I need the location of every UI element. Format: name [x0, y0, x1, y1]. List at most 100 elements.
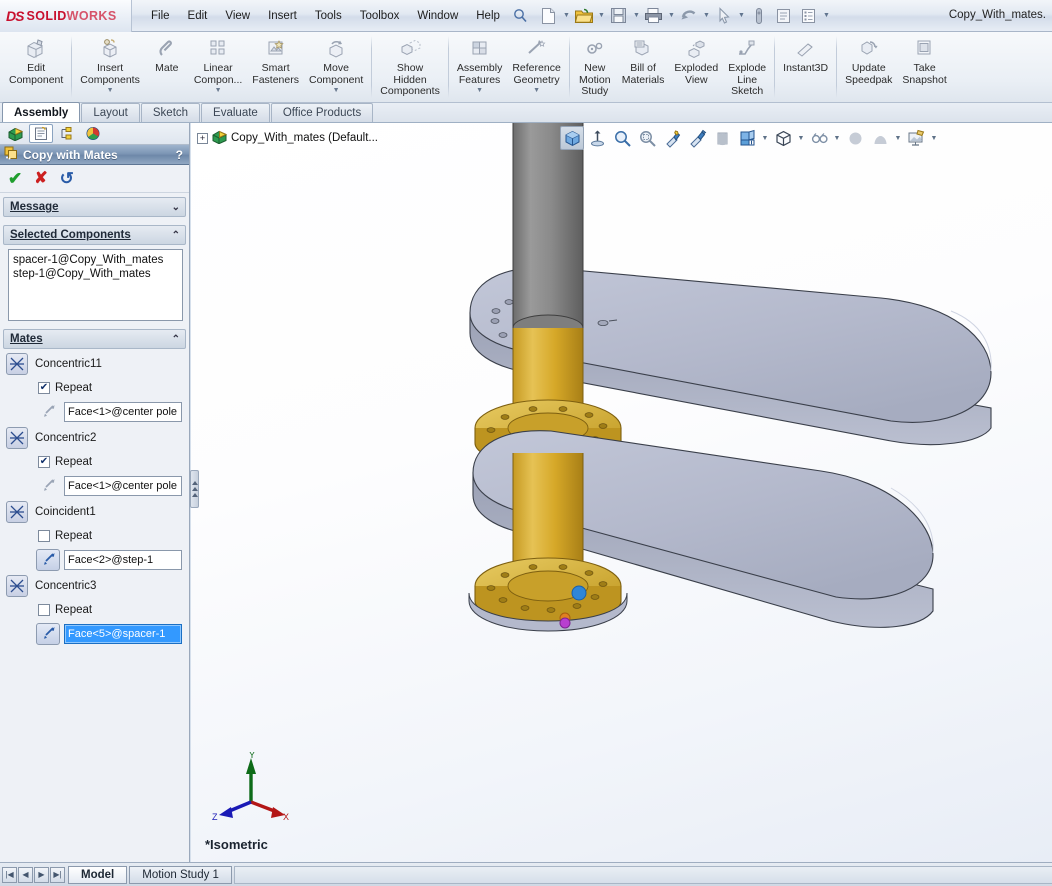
- expand-icon[interactable]: +: [197, 132, 208, 144]
- ribbon-button-smart-fasteners[interactable]: Smart Fasteners: [247, 32, 304, 102]
- ribbon-button-new-motion-study[interactable]: New Motion Study: [573, 32, 617, 102]
- flyout-feature-tree-root[interactable]: + Copy_With_mates (Default...: [197, 129, 378, 147]
- section-view-icon[interactable]: [585, 126, 609, 150]
- chevron-down-icon[interactable]: ▼: [667, 4, 676, 28]
- ribbon-button-update-speedpak[interactable]: Update Speedpak: [840, 32, 897, 102]
- list-item[interactable]: step-1@Copy_With_mates: [13, 267, 178, 281]
- undo-icon[interactable]: [677, 4, 701, 28]
- ribbon-button-take-snapshot[interactable]: Take Snapshot: [897, 32, 951, 102]
- tab-sketch[interactable]: Sketch: [140, 103, 201, 122]
- properties-icon[interactable]: [797, 4, 821, 28]
- chevron-down-icon[interactable]: ▼: [476, 87, 483, 94]
- view-orientation-icon[interactable]: [735, 126, 759, 150]
- tab-office-products[interactable]: Office Products: [270, 103, 374, 122]
- options-icon[interactable]: [772, 4, 796, 28]
- panel-splitter-handle[interactable]: [190, 470, 199, 508]
- chevron-down-icon[interactable]: ▼: [893, 126, 903, 150]
- face-reference-input[interactable]: Face<1>@center pole: [64, 476, 182, 496]
- ribbon-button-explode-line-sketch[interactable]: Explode Line Sketch: [723, 32, 771, 102]
- chevron-up-icon[interactable]: ⌃: [172, 230, 180, 241]
- display-style-icon[interactable]: [771, 126, 795, 150]
- ribbon-button-show-hidden-components[interactable]: Show Hidden Components: [375, 32, 445, 102]
- menu-view[interactable]: View: [216, 7, 259, 25]
- ok-button[interactable]: ✔: [8, 170, 22, 187]
- chevron-down-icon[interactable]: ▼: [215, 87, 222, 94]
- ribbon-button-instant3d[interactable]: Instant3D: [778, 32, 833, 102]
- chevron-down-icon[interactable]: ▼: [533, 87, 540, 94]
- selected-components-group-header[interactable]: Selected Components ⌃: [3, 225, 186, 245]
- menu-tools[interactable]: Tools: [306, 7, 351, 25]
- graphics-viewport[interactable]: + Copy_With_mates (Default... ▼ ▼ ▼ ▼ ▼ …: [191, 123, 1052, 862]
- face-reference-input[interactable]: Face<5>@spacer-1: [64, 624, 182, 644]
- chevron-down-icon[interactable]: ⌄: [172, 202, 180, 213]
- tab-assembly[interactable]: Assembly: [2, 102, 81, 122]
- chevron-down-icon[interactable]: ▼: [832, 126, 842, 150]
- configuration-manager-tab[interactable]: [55, 124, 79, 143]
- zoom-to-selection-icon[interactable]: [635, 126, 659, 150]
- edit-appearance-icon[interactable]: [685, 126, 709, 150]
- mate-item[interactable]: Concentric11: [0, 351, 189, 377]
- tab-model[interactable]: Model: [68, 865, 128, 884]
- scene-background-icon[interactable]: [904, 126, 928, 150]
- select-face-button[interactable]: [36, 623, 60, 645]
- ribbon-button-bill-of-materials[interactable]: Bill of Materials: [617, 32, 670, 102]
- selected-components-list[interactable]: spacer-1@Copy_With_mates step-1@Copy_Wit…: [8, 249, 183, 321]
- cancel-button[interactable]: ✘: [34, 170, 47, 187]
- feature-manager-tab[interactable]: [3, 124, 27, 143]
- ribbon-button-exploded-view[interactable]: Exploded View: [669, 32, 723, 102]
- ribbon-button-linear-component-pattern[interactable]: Linear Compon... ▼: [189, 32, 247, 102]
- tab-motion-study-1[interactable]: Motion Study 1: [129, 865, 232, 884]
- mate-item[interactable]: Coincident1: [0, 499, 189, 525]
- open-folder-icon[interactable]: [572, 4, 596, 28]
- new-document-icon[interactable]: [537, 4, 561, 28]
- print-icon[interactable]: [642, 4, 666, 28]
- repeat-checkbox[interactable]: [38, 382, 50, 394]
- hide-show-components-icon[interactable]: [843, 126, 867, 150]
- zoom-to-fit-box-icon[interactable]: [560, 126, 584, 150]
- ribbon-button-reference-geometry[interactable]: Reference Geometry ▼: [507, 32, 565, 102]
- mates-group-header[interactable]: Mates ⌃: [3, 329, 186, 349]
- ribbon-button-assembly-features[interactable]: Assembly Features ▼: [452, 32, 508, 102]
- chevron-down-icon[interactable]: ▼: [929, 126, 939, 150]
- chevron-down-icon[interactable]: ▼: [562, 4, 571, 28]
- rebuild-icon[interactable]: [747, 4, 771, 28]
- view-settings-icon[interactable]: [807, 126, 831, 150]
- menu-toolbox[interactable]: Toolbox: [351, 7, 409, 25]
- menu-window[interactable]: Window: [408, 7, 467, 25]
- tab-layout[interactable]: Layout: [81, 103, 140, 122]
- select-face-button[interactable]: [36, 549, 60, 571]
- mate-item[interactable]: Concentric3: [0, 573, 189, 599]
- apply-scene-icon[interactable]: [710, 126, 734, 150]
- chevron-down-icon[interactable]: ▼: [597, 4, 606, 28]
- hide-show-items-icon[interactable]: [660, 126, 684, 150]
- face-reference-input[interactable]: Face<2>@step-1: [64, 550, 182, 570]
- chevron-up-icon[interactable]: ⌃: [172, 334, 180, 345]
- search-icon[interactable]: [509, 4, 533, 28]
- appearances-icon[interactable]: [868, 126, 892, 150]
- menu-help[interactable]: Help: [467, 7, 509, 25]
- chevron-down-icon[interactable]: ▼: [333, 87, 340, 94]
- tab-evaluate[interactable]: Evaluate: [201, 103, 270, 122]
- zoom-to-area-icon[interactable]: [610, 126, 634, 150]
- repeat-checkbox[interactable]: [38, 604, 50, 616]
- select-cursor-icon[interactable]: [712, 4, 736, 28]
- message-group-header[interactable]: Message ⌄: [3, 197, 186, 217]
- repeat-checkbox[interactable]: [38, 456, 50, 468]
- display-manager-tab[interactable]: [81, 124, 105, 143]
- save-icon[interactable]: [607, 4, 631, 28]
- chevron-down-icon[interactable]: ▼: [702, 4, 711, 28]
- next-tab-button[interactable]: ▶: [34, 866, 49, 883]
- chevron-down-icon[interactable]: ▼: [632, 4, 641, 28]
- mate-item[interactable]: Concentric2: [0, 425, 189, 451]
- last-tab-button[interactable]: ▶|: [50, 866, 65, 883]
- menu-edit[interactable]: Edit: [179, 7, 217, 25]
- ribbon-button-move-component[interactable]: Move Component ▼: [304, 32, 368, 102]
- chevron-down-icon[interactable]: ▼: [737, 4, 746, 28]
- menu-file[interactable]: File: [142, 7, 179, 25]
- chevron-down-icon[interactable]: ▼: [760, 126, 770, 150]
- help-button[interactable]: ?: [176, 148, 183, 162]
- select-face-button[interactable]: [36, 475, 60, 497]
- chevron-down-icon[interactable]: ▼: [822, 4, 831, 28]
- list-item[interactable]: spacer-1@Copy_With_mates: [13, 253, 178, 267]
- chevron-down-icon[interactable]: ▼: [796, 126, 806, 150]
